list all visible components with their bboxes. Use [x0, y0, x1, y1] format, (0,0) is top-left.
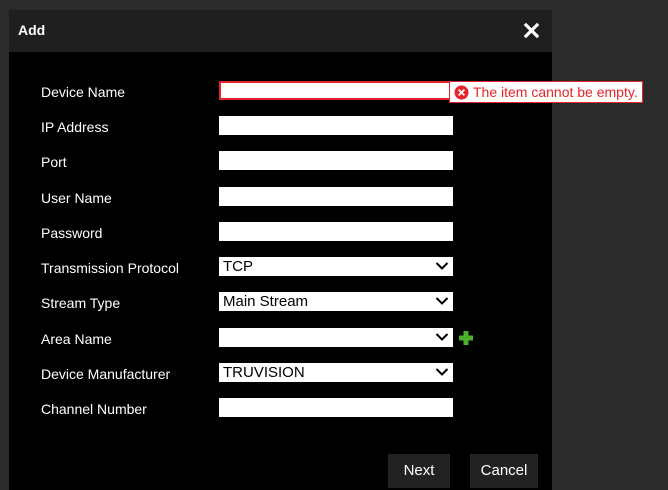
channel-number-row: Channel Number — [9, 398, 552, 420]
user-name-input[interactable] — [219, 187, 453, 206]
user-name-row: User Name — [9, 187, 552, 209]
chevron-down-icon — [435, 297, 449, 305]
cancel-button[interactable]: Cancel — [470, 454, 538, 488]
close-button[interactable] — [521, 18, 543, 42]
port-row: Port — [9, 151, 552, 173]
chevron-down-icon — [435, 262, 449, 270]
password-row: Password — [9, 222, 552, 244]
transmission-protocol-value: TCP — [223, 258, 253, 275]
channel-number-input[interactable] — [219, 398, 453, 417]
chevron-down-icon — [435, 333, 449, 341]
device-name-input[interactable] — [219, 81, 453, 100]
device-name-label: Device Name — [41, 84, 126, 100]
device-manufacturer-select[interactable]: TRUVISION — [219, 363, 453, 382]
area-name-label: Area Name — [41, 331, 112, 347]
transmission-protocol-label: Transmission Protocol — [41, 260, 179, 276]
ip-address-label: IP Address — [41, 119, 109, 135]
plus-icon — [459, 331, 473, 345]
close-icon — [523, 22, 540, 39]
device-manufacturer-value: TRUVISION — [223, 364, 305, 381]
next-button[interactable]: Next — [388, 454, 450, 488]
dialog-title-bar: Add — [9, 10, 552, 52]
transmission-protocol-select[interactable]: TCP — [219, 257, 453, 276]
port-label: Port — [41, 154, 67, 170]
device-name-error-tooltip: The item cannot be empty. — [449, 81, 643, 103]
stream-type-select[interactable]: Main Stream — [219, 292, 453, 311]
ip-address-row: IP Address — [9, 116, 552, 138]
transmission-protocol-row: Transmission Protocol TCP — [9, 257, 552, 279]
device-manufacturer-row: Device Manufacturer TRUVISION — [9, 363, 552, 385]
password-label: Password — [41, 225, 103, 241]
channel-number-label: Channel Number — [41, 401, 147, 417]
port-input[interactable] — [219, 151, 453, 170]
dialog-title: Add — [18, 22, 46, 38]
ip-address-input[interactable] — [219, 116, 453, 135]
device-manufacturer-label: Device Manufacturer — [41, 366, 171, 382]
chevron-down-icon — [435, 368, 449, 376]
stream-type-label: Stream Type — [41, 295, 121, 311]
area-name-select[interactable] — [219, 328, 453, 347]
password-input[interactable] — [219, 222, 453, 241]
user-name-label: User Name — [41, 190, 112, 206]
stream-type-value: Main Stream — [223, 293, 309, 310]
error-circle-icon — [454, 85, 469, 100]
device-name-error-text: The item cannot be empty. — [473, 84, 638, 100]
add-area-button[interactable] — [458, 330, 474, 346]
stream-type-row: Stream Type Main Stream — [9, 292, 552, 314]
